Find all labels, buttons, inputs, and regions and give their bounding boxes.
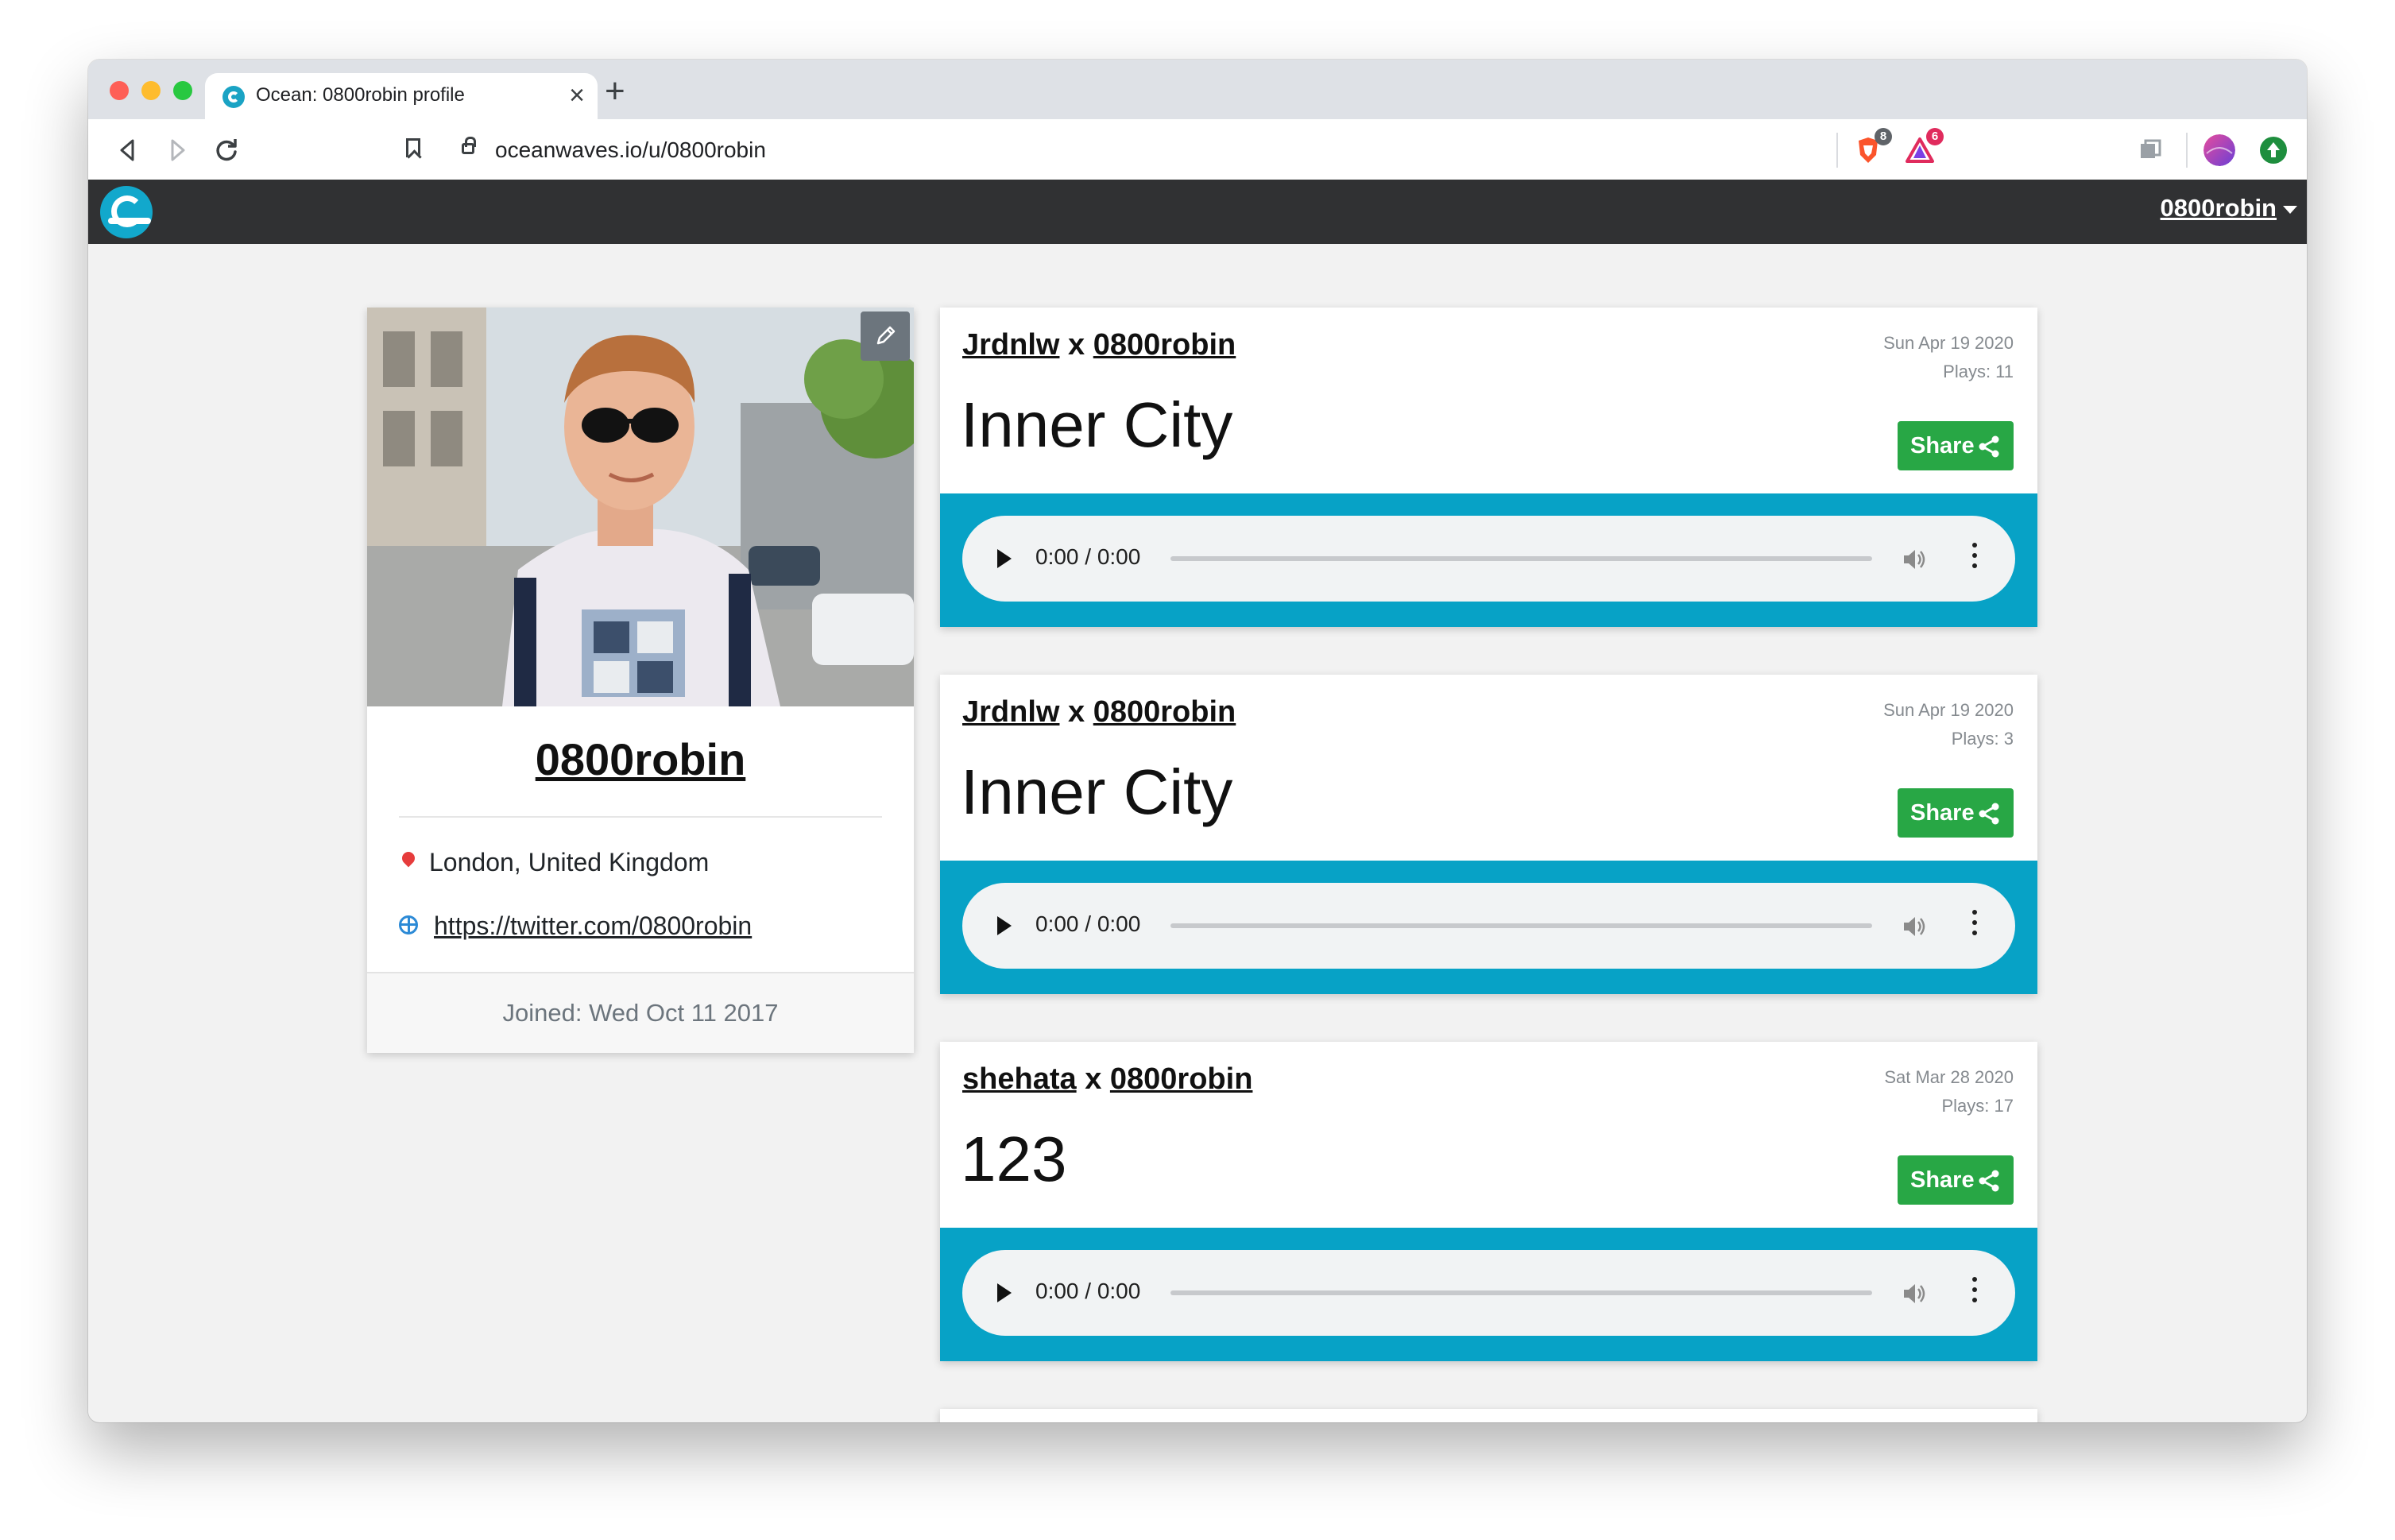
share-button[interactable]: Share (1898, 1155, 2014, 1205)
share-icon (1979, 1170, 1999, 1192)
user-menu-dropdown[interactable]: 0800robin (2161, 194, 2297, 222)
share-icon (1979, 435, 1999, 458)
bookmark-icon[interactable] (406, 138, 420, 157)
track-plays: Plays: 17 (1941, 1096, 2014, 1116)
toolbar-divider (2186, 133, 2188, 168)
track-plays: Plays: 11 (1943, 362, 2014, 381)
track-plays: Plays: 3 (1951, 729, 2014, 749)
play-icon[interactable] (997, 1283, 1012, 1302)
artist-separator: x (1068, 695, 1085, 729)
profile-photo (367, 308, 914, 706)
share-label: Share (1910, 433, 1975, 459)
share-button[interactable]: Share (1898, 421, 2014, 470)
shields-badge: 8 (1875, 128, 1892, 145)
more-options-icon[interactable] (1972, 1277, 1977, 1309)
brave-rewards-icon[interactable]: 6 (1904, 128, 1944, 166)
audio-progress-slider[interactable] (1170, 923, 1872, 928)
profile-username[interactable]: 0800robin (367, 733, 914, 785)
artist-link[interactable]: 0800robin (1093, 695, 1236, 729)
track-title: Inner City (961, 389, 1233, 460)
more-options-icon[interactable] (1972, 543, 1977, 575)
forward-icon[interactable] (161, 134, 193, 166)
artist-link[interactable]: 0800robin (1093, 328, 1236, 362)
share-label: Share (1910, 1167, 1975, 1193)
artist-link[interactable]: 0800robin (1110, 1062, 1253, 1096)
toolbar-divider (1836, 133, 1838, 168)
url-text[interactable]: oceanwaves.io/u/0800robin (495, 137, 766, 163)
audio-time: 0:00 / 0:00 (1035, 544, 1141, 569)
website-row: https://twitter.com/0800robin (399, 911, 752, 941)
volume-icon[interactable] (1901, 1280, 1928, 1307)
audio-time: 0:00 / 0:00 (1035, 911, 1141, 936)
site-navbar: 0800robin (88, 180, 2307, 244)
profile-divider (399, 816, 882, 818)
profile-card: 0800robin London, United Kingdom https:/… (367, 308, 914, 1053)
artist-separator: x (1068, 328, 1085, 362)
volume-icon[interactable] (1901, 913, 1928, 940)
artist-separator: x (1085, 1062, 1102, 1096)
artist-link[interactable]: Jrdnlw (962, 328, 1059, 362)
track-title: Inner City (961, 756, 1233, 827)
track-card: shehata x 0800robin Sat Mar 28 2020 Play… (940, 1042, 2037, 1361)
close-window-button[interactable] (110, 81, 129, 100)
player-band: 0:00 / 0:00 (940, 861, 2037, 994)
share-button[interactable]: Share (1898, 788, 2014, 838)
audio-time: 0:00 / 0:00 (1035, 1279, 1141, 1303)
track-artists: shehata x 0800robin (962, 1062, 1252, 1097)
track-card: Jrdnlw x 0800robin Sun Apr 19 2020 Plays… (940, 308, 2037, 627)
share-icon (1979, 803, 1999, 825)
address-bar[interactable]: oceanwaves.io/u/0800robin (438, 129, 1929, 173)
tab-title: Ocean: 0800robin profile (256, 84, 465, 106)
back-icon[interactable] (112, 134, 144, 166)
track-date: Sat Mar 28 2020 (1884, 1067, 2014, 1087)
update-icon[interactable] (2258, 134, 2289, 166)
lock-icon (462, 137, 476, 154)
zoom-window-button[interactable] (173, 81, 192, 100)
volume-icon[interactable] (1901, 546, 1928, 573)
share-label: Share (1910, 800, 1975, 826)
ocean-logo-icon[interactable] (100, 186, 153, 238)
play-icon[interactable] (997, 549, 1012, 568)
audio-player[interactable]: 0:00 / 0:00 (962, 516, 2015, 602)
new-tab-button[interactable]: + (605, 74, 625, 109)
track-card-partial (940, 1409, 2037, 1422)
audio-progress-slider[interactable] (1170, 556, 1872, 561)
location-text: London, United Kingdom (429, 848, 710, 876)
rewards-badge: 6 (1926, 128, 1944, 145)
caret-down-icon (2283, 205, 2297, 214)
location-row: London, United Kingdom (399, 848, 709, 877)
track-artists: Jrdnlw x 0800robin (962, 328, 1236, 362)
ocean-favicon-icon (222, 86, 245, 108)
location-pin-icon (399, 849, 418, 867)
user-menu-label: 0800robin (2160, 194, 2277, 222)
tab-close-icon[interactable]: × (569, 79, 585, 111)
track-date: Sun Apr 19 2020 (1883, 333, 2014, 353)
extensions-puzzle-icon[interactable] (2134, 134, 2166, 166)
artist-link[interactable]: Jrdnlw (962, 695, 1059, 729)
edit-profile-button[interactable] (861, 311, 910, 361)
brave-shields-icon[interactable]: 8 (1852, 128, 1892, 166)
reload-icon[interactable] (211, 134, 242, 166)
website-link[interactable]: https://twitter.com/0800robin (434, 911, 752, 940)
track-artists: Jrdnlw x 0800robin (962, 695, 1236, 729)
profile-avatar-icon[interactable] (2203, 134, 2235, 166)
more-options-icon[interactable] (1972, 910, 1977, 942)
audio-player[interactable]: 0:00 / 0:00 (962, 1250, 2015, 1336)
audio-progress-slider[interactable] (1170, 1290, 1872, 1295)
player-band: 0:00 / 0:00 (940, 1228, 2037, 1361)
track-date: Sun Apr 19 2020 (1883, 700, 2014, 720)
player-band: 0:00 / 0:00 (940, 493, 2037, 627)
globe-icon (399, 915, 418, 934)
browser-window: Ocean: 0800robin profile × + oceanwaves.… (88, 60, 2307, 1422)
tab-strip: Ocean: 0800robin profile × + (88, 60, 2307, 119)
joined-date: Joined: Wed Oct 11 2017 (367, 972, 914, 1053)
track-card: Jrdnlw x 0800robin Sun Apr 19 2020 Plays… (940, 675, 2037, 994)
play-icon[interactable] (997, 916, 1012, 935)
audio-player[interactable]: 0:00 / 0:00 (962, 883, 2015, 969)
tab-ocean-profile[interactable]: Ocean: 0800robin profile × (205, 73, 598, 119)
minimize-window-button[interactable] (141, 81, 161, 100)
track-title: 123 (961, 1124, 1067, 1194)
pencil-icon (876, 326, 896, 345)
artist-link[interactable]: shehata (962, 1062, 1077, 1096)
